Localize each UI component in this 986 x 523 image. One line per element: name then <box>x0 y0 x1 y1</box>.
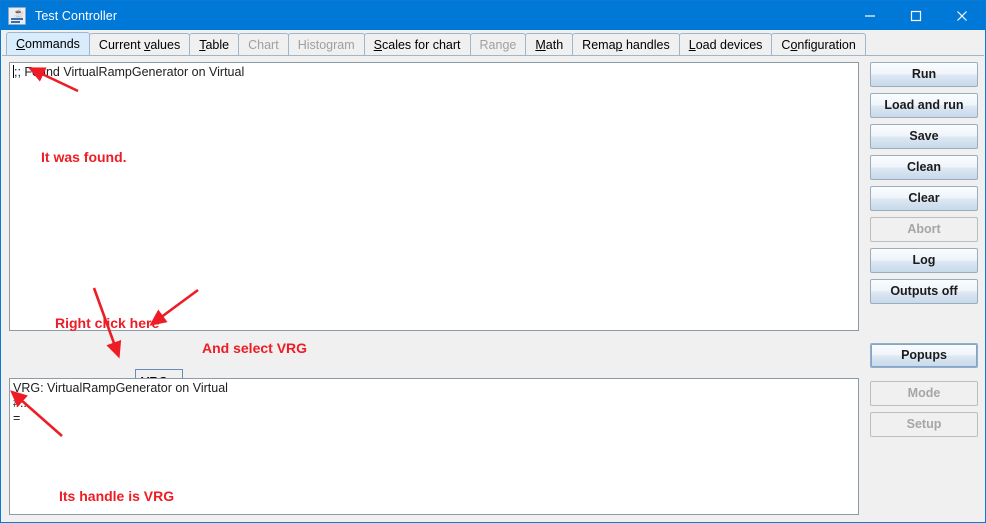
maximize-icon[interactable] <box>893 1 939 30</box>
annotation-it-was-found: It was found. <box>41 149 127 165</box>
tab-label: Chart <box>248 38 279 52</box>
tab-bar: Commands Current values Table Chart Histogra… <box>2 31 984 56</box>
tab-load-devices[interactable]: Load devices <box>678 33 773 55</box>
tab-label: Scales for chart <box>373 38 461 52</box>
button-label: Setup <box>906 417 942 431</box>
button-run[interactable]: Run <box>870 62 978 87</box>
annotation-and-select-vrg: And select VRG <box>202 340 308 356</box>
tab-math[interactable]: Math <box>525 33 574 55</box>
button-setup: Setup <box>870 412 978 437</box>
title-bar: ☕ Test Controller <box>1 1 985 30</box>
button-label: Run <box>911 67 937 81</box>
button-label: Mode <box>907 386 941 400</box>
tab-histogram: Histogram <box>287 33 365 55</box>
output-console-top[interactable]: ;; Found VirtualRampGenerator on Virtual <box>9 62 859 331</box>
button-load-and-run[interactable]: Load and run <box>870 93 978 118</box>
tab-label: Configuration <box>781 38 856 52</box>
button-log[interactable]: Log <box>870 248 978 273</box>
button-label: Save <box>909 129 939 143</box>
tab-label: Remap handles <box>582 38 670 52</box>
tab-scales-for-chart[interactable]: Scales for chart <box>363 33 471 55</box>
button-label: Popups <box>901 348 947 362</box>
tab-label: Current values <box>98 38 181 52</box>
tab-label: Range <box>479 38 517 52</box>
button-label: Clear <box>908 191 940 205</box>
button-label: Log <box>912 253 936 267</box>
tab-label: Load devices <box>688 38 763 52</box>
button-popups[interactable]: Popups <box>870 343 978 368</box>
tab-label: Commands <box>16 37 80 51</box>
button-label: Outputs off <box>890 284 958 298</box>
window-controls <box>847 1 985 30</box>
tab-chart: Chart <box>238 33 289 55</box>
button-outputs-off[interactable]: Outputs off <box>870 279 978 304</box>
button-clean[interactable]: Clean <box>870 155 978 180</box>
button-label: Abort <box>907 222 941 236</box>
application-window: ☕ Test Controller Commands Current values… <box>0 0 986 523</box>
button-label: Load and run <box>884 98 964 112</box>
tab-table[interactable]: Table <box>189 33 240 55</box>
window-title: Test Controller <box>35 8 118 23</box>
tab-current-values[interactable]: Current values <box>88 33 191 55</box>
close-icon[interactable] <box>939 1 985 30</box>
annotation-its-handle-is-vrg: Its handle is VRG <box>59 488 175 504</box>
annotation-right-click-here: Right click here <box>55 315 160 331</box>
button-label: Clean <box>906 160 942 174</box>
tab-remap-handles[interactable]: Remap handles <box>572 33 680 55</box>
button-mode: Mode <box>870 381 978 406</box>
tab-content-commands: ;; Found VirtualRampGenerator on Virtual… <box>2 56 984 521</box>
button-save[interactable]: Save <box>870 124 978 149</box>
tab-label: Math <box>535 38 564 52</box>
tab-configuration[interactable]: Configuration <box>771 33 866 55</box>
java-coffee-cup-icon: ☕ <box>8 6 26 25</box>
tab-commands[interactable]: Commands <box>6 32 90 55</box>
output-console-top-text: ;; Found VirtualRampGenerator on Virtual <box>14 65 245 79</box>
tab-label: Table <box>199 38 230 52</box>
button-clear[interactable]: Clear <box>870 186 978 211</box>
tab-range: Range <box>469 33 527 55</box>
minimize-icon[interactable] <box>847 1 893 30</box>
tab-label: Histogram <box>297 38 355 52</box>
button-abort: Abort <box>870 217 978 242</box>
